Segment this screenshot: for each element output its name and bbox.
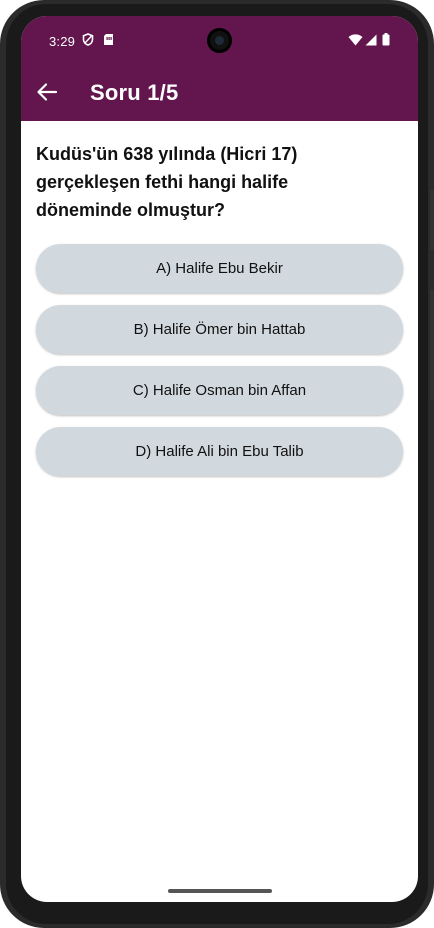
home-indicator[interactable] bbox=[168, 889, 272, 893]
screen: 3:29 Soru 1/5 Kudüs'ün 638 yılında (Hicr… bbox=[21, 16, 418, 902]
arrow-left-icon bbox=[36, 81, 58, 108]
status-time: 3:29 bbox=[49, 34, 76, 49]
status-bar: 3:29 bbox=[21, 16, 418, 67]
camera-cutout bbox=[207, 28, 232, 53]
answer-option-a[interactable]: A) Halife Ebu Bekir bbox=[36, 244, 403, 293]
side-button bbox=[430, 190, 434, 250]
answer-option-b[interactable]: B) Halife Ömer bin Hattab bbox=[36, 305, 403, 354]
question-text: Kudüs'ün 638 yılında (Hicri 17) gerçekle… bbox=[36, 144, 298, 220]
wifi-icon bbox=[348, 34, 363, 46]
signal-icon bbox=[365, 34, 377, 46]
sim-card-icon bbox=[103, 33, 114, 46]
app-bar: Soru 1/5 bbox=[21, 67, 418, 121]
answer-option-d[interactable]: D) Halife Ali bin Ebu Talib bbox=[36, 427, 403, 476]
side-button bbox=[430, 290, 434, 400]
back-button[interactable] bbox=[33, 80, 61, 108]
shield-icon bbox=[82, 33, 94, 46]
answer-option-c[interactable]: C) Halife Osman bin Affan bbox=[36, 366, 403, 415]
battery-icon bbox=[382, 33, 390, 46]
page-title: Soru 1/5 bbox=[90, 80, 179, 105]
phone-frame: 3:29 Soru 1/5 Kudüs'ün 638 yılında (Hicr… bbox=[0, 0, 434, 928]
